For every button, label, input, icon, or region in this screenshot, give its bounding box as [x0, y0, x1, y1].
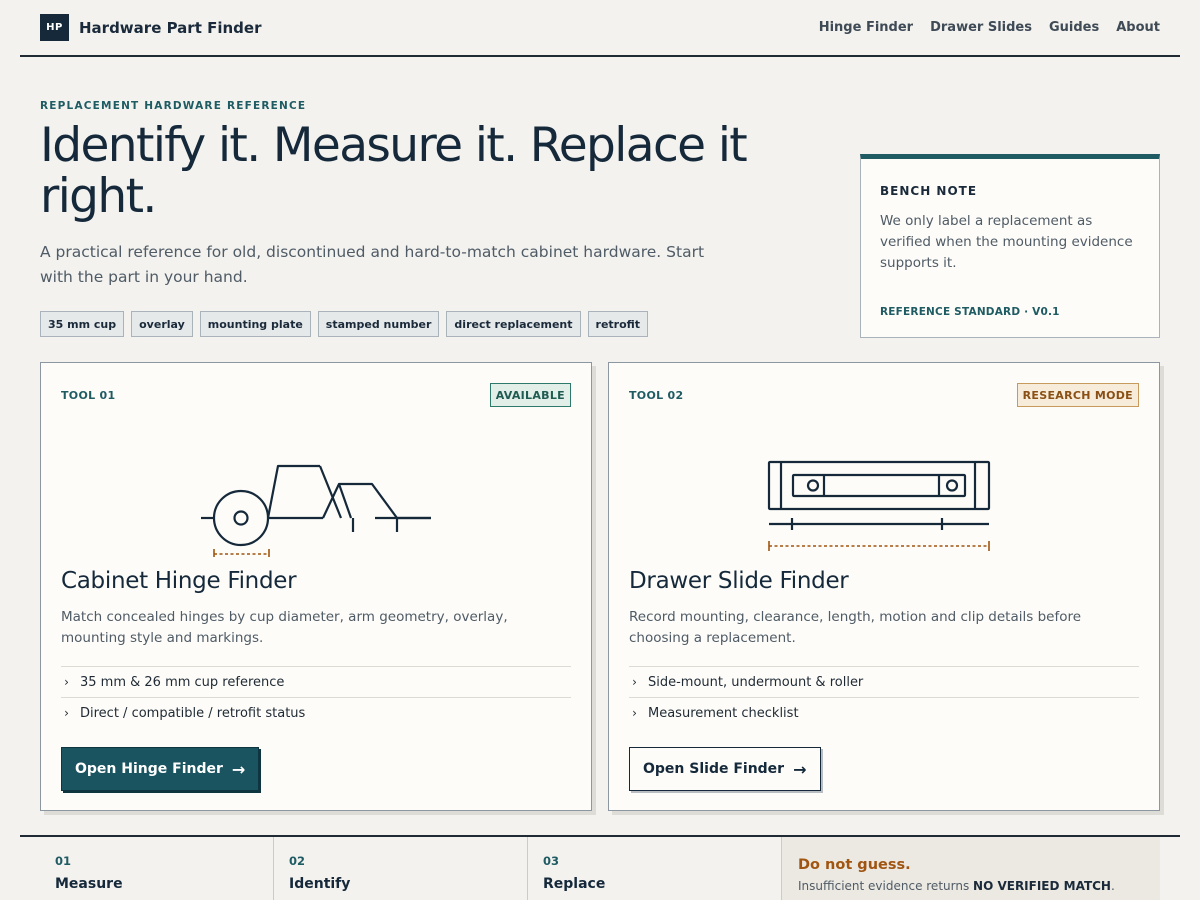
drawer-slide-finder-card: TOOL 02 RESEARCH MODE Drawer Slide Finde… — [608, 362, 1160, 811]
chevron-right-icon: › — [632, 706, 637, 720]
step-label: Replace — [543, 876, 606, 892]
nav-drawer-slides[interactable]: Drawer Slides — [930, 20, 1032, 35]
arrow-right-icon: → — [231, 759, 246, 779]
chevron-right-icon: › — [632, 675, 637, 689]
reference-standard: REFERENCE STANDARD · V0.1 — [880, 306, 1060, 318]
brand-logo[interactable]: HP — [40, 14, 69, 41]
hero-eyebrow: REPLACEMENT HARDWARE REFERENCE — [40, 100, 307, 112]
drawer-slide-diagram-icon — [767, 460, 991, 551]
tool-label: TOOL 01 — [61, 389, 116, 402]
list-item: › Side-mount, undermount & roller — [629, 666, 1139, 697]
open-slide-finder-button[interactable]: Open Slide Finder → — [629, 747, 821, 791]
tool-label: TOOL 02 — [629, 389, 684, 402]
chevron-right-icon: › — [64, 675, 69, 689]
tag-overlay: overlay — [131, 311, 193, 337]
feature-label: Measurement checklist — [648, 705, 799, 721]
step-measure: 01 Measure — [20, 837, 274, 900]
brand-name[interactable]: Hardware Part Finder — [79, 19, 261, 37]
status-badge-research: RESEARCH MODE — [1016, 383, 1139, 407]
step-number: 01 — [55, 854, 72, 868]
bench-note-text: We only label a replacement as verified … — [880, 213, 1133, 271]
tag-direct-replacement: direct replacement — [446, 311, 581, 337]
step-number: 02 — [289, 854, 306, 868]
feature-list: › 35 mm & 26 mm cup reference › Direct /… — [61, 666, 571, 728]
feature-label: Direct / compatible / retrofit status — [80, 705, 306, 721]
warning-text-suffix: . — [1110, 879, 1115, 893]
hinge-diagram-icon — [201, 464, 431, 557]
feature-label: 35 mm & 26 mm cup reference — [80, 674, 285, 690]
step-label: Identify — [289, 876, 351, 892]
list-item: › Measurement checklist — [629, 697, 1139, 728]
hero-subtitle: A practical reference for old, discontin… — [40, 243, 705, 286]
tool-description: Match concealed hinges by cup diameter, … — [61, 609, 508, 646]
tag-mounting-plate: mounting plate — [199, 311, 311, 337]
button-label: Open Hinge Finder — [75, 761, 223, 777]
tag-stamped-number: stamped number — [317, 311, 440, 337]
list-item: › 35 mm & 26 mm cup reference — [61, 666, 571, 697]
status-badge-available: AVAILABLE — [489, 383, 571, 407]
tag-retrofit: retrofit — [587, 311, 649, 337]
keyword-tags: 35 mm cup overlay mounting plate stamped… — [40, 311, 649, 337]
nav-guides[interactable]: Guides — [1049, 20, 1099, 35]
step-number: 03 — [543, 854, 560, 868]
tool-title: Drawer Slide Finder — [629, 568, 849, 594]
feature-label: Side-mount, undermount & roller — [648, 674, 864, 690]
tag-35mm-cup: 35 mm cup — [40, 311, 125, 337]
site-header: HP Hardware Part Finder Hinge Finder Dra… — [20, 0, 1180, 57]
process-steps: 01 Measure 02 Identify 03 Replace Do not… — [20, 835, 1180, 900]
nav-about[interactable]: About — [1116, 20, 1160, 35]
step-label: Measure — [55, 876, 123, 892]
bench-note-title: BENCH NOTE — [880, 184, 978, 198]
bench-note-card: BENCH NOTE We only label a replacement a… — [860, 154, 1160, 338]
tool-title: Cabinet Hinge Finder — [61, 568, 297, 594]
button-label: Open Slide Finder — [643, 761, 785, 777]
step-replace: 03 Replace — [528, 837, 782, 900]
nav-hinge-finder[interactable]: Hinge Finder — [819, 20, 913, 35]
tool-description: Record mounting, clearance, length, moti… — [629, 609, 1082, 646]
feature-list: › Side-mount, undermount & roller › Meas… — [629, 666, 1139, 728]
warning-text-prefix: Insufficient evidence returns — [798, 879, 974, 893]
brand[interactable]: HP Hardware Part Finder — [40, 14, 261, 41]
arrow-right-icon: → — [793, 759, 807, 779]
warning-text: Insufficient evidence returns NO VERIFIE… — [798, 879, 1160, 893]
main-nav: Hinge Finder Drawer Slides Guides About — [819, 20, 1160, 35]
hinge-finder-card: TOOL 01 AVAILABLE Cabinet Hinge Finder M… — [40, 362, 592, 811]
step-identify: 02 Identify — [274, 837, 528, 900]
no-verified-match-label: NO VERIFIED MATCH — [973, 879, 1111, 893]
open-hinge-finder-button[interactable]: Open Hinge Finder → — [61, 747, 260, 791]
chevron-right-icon: › — [64, 706, 69, 720]
hero-title: Identify it. Measure it. Replace it righ… — [40, 118, 748, 224]
warning-title: Do not guess. — [798, 857, 911, 873]
no-guess-warning: Do not guess. Insufficient evidence retu… — [782, 837, 1160, 900]
list-item: › Direct / compatible / retrofit status — [61, 697, 571, 728]
